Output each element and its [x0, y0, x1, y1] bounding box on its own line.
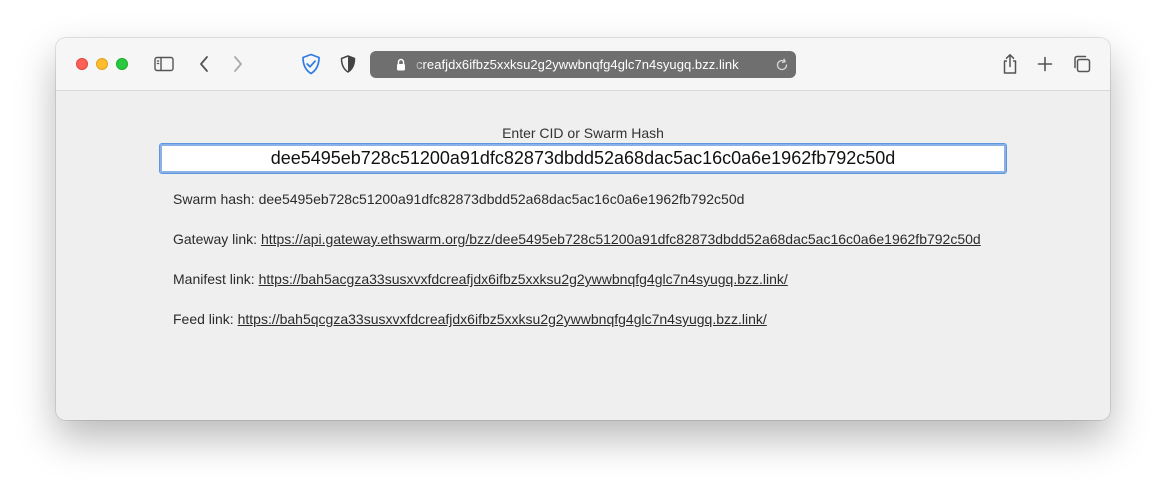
shield-half-icon[interactable]	[336, 52, 360, 76]
shield-check-icon[interactable]	[299, 52, 323, 76]
gateway-link-line: Gateway link: https://api.gateway.ethswa…	[173, 231, 981, 247]
maximize-window-button[interactable]	[116, 58, 128, 70]
cid-input-label: Enter CID or Swarm Hash	[502, 125, 664, 141]
close-window-button[interactable]	[76, 58, 88, 70]
browser-toolbar: creafjdx6ifbz5xxksu2g2ywwbnqfg4glc7n4syu…	[56, 38, 1110, 91]
address-url: creafjdx6ifbz5xxksu2g2ywwbnqfg4glc7n4syu…	[416, 57, 739, 72]
chevron-right-icon[interactable]	[226, 52, 250, 76]
manifest-link-line: Manifest link: https://bah5acgza33susxvx…	[173, 271, 788, 287]
share-icon[interactable]	[998, 52, 1022, 76]
swarm-hash-line: Swarm hash: dee5495eb728c51200a91dfc8287…	[173, 191, 744, 207]
sidebar-icon[interactable]	[152, 52, 176, 76]
tabs-overview-icon[interactable]	[1070, 52, 1094, 76]
page-content: Enter CID or Swarm Hash Swarm hash: dee5…	[56, 91, 1110, 420]
lock-icon	[396, 58, 406, 74]
gateway-link[interactable]: https://api.gateway.ethswarm.org/bzz/dee…	[261, 231, 981, 247]
feed-link-line: Feed link: https://bah5qcgza33susxvxfdcr…	[173, 311, 767, 327]
cid-input[interactable]	[159, 143, 1007, 174]
browser-window: creafjdx6ifbz5xxksu2g2ywwbnqfg4glc7n4syu…	[56, 38, 1110, 420]
reload-icon[interactable]	[775, 58, 789, 75]
minimize-window-button[interactable]	[96, 58, 108, 70]
address-bar[interactable]: creafjdx6ifbz5xxksu2g2ywwbnqfg4glc7n4syu…	[370, 51, 796, 78]
manifest-link[interactable]: https://bah5acgza33susxvxfdcreafjdx6ifbz…	[259, 271, 788, 287]
feed-link-label: Feed link:	[173, 311, 234, 327]
swarm-hash-label: Swarm hash:	[173, 191, 255, 207]
swarm-hash-value: dee5495eb728c51200a91dfc82873dbdd52a68da…	[258, 191, 745, 207]
manifest-link-label: Manifest link:	[173, 271, 255, 287]
feed-link[interactable]: https://bah5qcgza33susxvxfdcreafjdx6ifbz…	[238, 311, 767, 327]
gateway-link-label: Gateway link:	[173, 231, 258, 247]
plus-icon[interactable]	[1033, 52, 1057, 76]
chevron-left-icon[interactable]	[192, 52, 216, 76]
